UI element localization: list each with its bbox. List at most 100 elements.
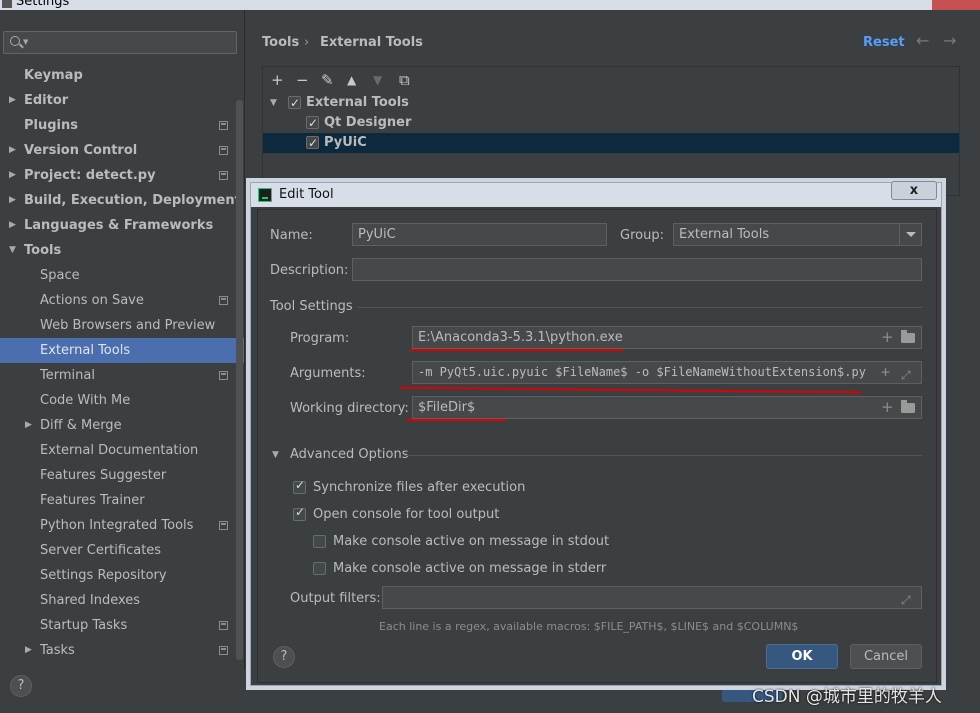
chevron-right-icon[interactable]: ▶ — [9, 88, 16, 113]
chevron-down-icon[interactable]: ▼ — [270, 93, 277, 113]
sync-files-checkbox[interactable] — [293, 478, 306, 494]
program-input[interactable]: E:\Anaconda3-5.3.1\python.exe + — [412, 326, 922, 349]
sidebar-item-tools[interactable]: ▼ Tools — [0, 238, 244, 263]
advanced-options-toggle[interactable]: Advanced Options — [290, 447, 409, 462]
insert-macro-icon[interactable]: + — [881, 363, 890, 382]
pycharm-icon — [258, 188, 272, 202]
chevron-right-icon[interactable]: ▶ — [25, 638, 32, 663]
project-level-icon — [219, 121, 228, 130]
sidebar-item-features-trainer[interactable]: Features Trainer — [0, 488, 244, 513]
sidebar-item-build[interactable]: ▶ Build, Execution, Deployment — [0, 188, 244, 213]
arguments-input[interactable]: -m PyQt5.uic.pyuic $FileName$ -o $FileNa… — [412, 361, 922, 384]
copy-icon[interactable]: ⧉ — [399, 71, 410, 89]
reset-link[interactable]: Reset — [863, 35, 905, 50]
search-options-icon[interactable]: ▼ — [23, 38, 28, 46]
sidebar-item-external-tools[interactable]: External Tools — [0, 338, 244, 363]
chevron-down-icon[interactable] — [899, 224, 921, 245]
tool-checkbox[interactable] — [306, 113, 319, 133]
sidebar-item-space[interactable]: Space — [0, 263, 244, 288]
sidebar-item-features-suggester[interactable]: Features Suggester — [0, 463, 244, 488]
sidebar-scrollbar[interactable] — [236, 100, 243, 660]
move-down-icon[interactable]: ▼ — [373, 73, 382, 87]
chevron-right-icon[interactable]: ▶ — [9, 213, 16, 238]
settings-search[interactable]: ▼ — [3, 31, 237, 54]
sidebar-item-code-with-me[interactable]: Code With Me — [0, 388, 244, 413]
name-label: Name: — [270, 228, 313, 243]
folder-icon[interactable] — [901, 400, 915, 413]
dialog-close-button[interactable]: x — [891, 181, 937, 200]
working-directory-input[interactable]: $FileDir$ + — [412, 396, 922, 419]
sidebar-item-server-certificates[interactable]: Server Certificates — [0, 538, 244, 563]
program-value: E:\Anaconda3-5.3.1\python.exe — [418, 330, 623, 345]
dialog-help-button[interactable]: ? — [273, 646, 295, 668]
settings-tree: Keymap ▶ Editor Plugins ▶ Version Control … — [0, 63, 244, 663]
project-level-icon — [219, 621, 228, 630]
open-console-checkbox[interactable] — [293, 505, 306, 521]
working-directory-label: Working directory: — [290, 401, 409, 416]
sidebar-item-editor[interactable]: ▶ Editor — [0, 88, 244, 113]
sidebar-item-label: Keymap — [24, 68, 83, 83]
sidebar-item-startup-tasks[interactable]: Startup Tasks — [0, 613, 244, 638]
tool-checkbox[interactable] — [306, 133, 319, 153]
group-checkbox[interactable] — [288, 93, 301, 113]
sidebar-item-settings-repository[interactable]: Settings Repository — [0, 563, 244, 588]
breadcrumb-separator: › — [304, 35, 310, 50]
window-close-button[interactable] — [932, 0, 980, 10]
remove-icon[interactable]: − — [296, 71, 309, 89]
sidebar-item-shared-indexes[interactable]: Shared Indexes — [0, 588, 244, 613]
ok-button[interactable]: OK — [766, 644, 838, 669]
sidebar-item-actions-on-save[interactable]: Actions on Save — [0, 288, 244, 313]
expand-icon[interactable]: ⤢ — [901, 365, 911, 383]
sidebar-item-plugins[interactable]: Plugins — [0, 113, 244, 138]
search-icon — [10, 36, 20, 46]
console-stdout-checkbox[interactable] — [313, 535, 326, 548]
chevron-right-icon[interactable]: ▶ — [25, 413, 32, 438]
group-combo[interactable]: External Tools — [673, 223, 922, 246]
external-tools-panel: + − ✎ ▲ ▼ ⧉ ▼ External Tools Qt Designer… — [262, 66, 960, 196]
settings-help-button[interactable]: ? — [10, 675, 32, 697]
tree-item-pyuic[interactable]: PyUiC — [263, 133, 959, 153]
add-icon[interactable]: + — [271, 71, 284, 89]
output-filters-hint: Each line is a regex, available macros: … — [379, 620, 799, 633]
tree-group-external-tools[interactable]: ▼ External Tools — [263, 93, 959, 113]
sidebar-item-label: Tasks — [40, 643, 75, 658]
annotation-underline — [399, 386, 861, 394]
sidebar-item-terminal[interactable]: Terminal — [0, 363, 244, 388]
window-title-bar: Settings — [0, 0, 980, 10]
tree-item-qt-designer[interactable]: Qt Designer — [263, 113, 959, 133]
expand-icon[interactable]: ⤢ — [901, 590, 911, 608]
sidebar-item-tasks[interactable]: ▶ Tasks — [0, 638, 244, 663]
forward-arrow-icon[interactable]: → — [943, 31, 956, 50]
chevron-down-icon[interactable]: ▼ — [9, 238, 16, 263]
output-filters-input[interactable]: ⤢ — [382, 586, 922, 609]
sidebar-item-label: Web Browsers and Preview — [40, 318, 216, 333]
back-arrow-icon[interactable]: ← — [916, 31, 929, 50]
description-input[interactable] — [352, 258, 922, 281]
sidebar-item-label: External Documentation — [40, 443, 199, 458]
edit-icon[interactable]: ✎ — [321, 71, 334, 89]
sidebar-item-diff-merge[interactable]: ▶ Diff & Merge — [0, 413, 244, 438]
sidebar-item-label: Python Integrated Tools — [40, 518, 194, 533]
insert-macro-icon[interactable]: + — [881, 398, 894, 417]
sidebar-item-version-control[interactable]: ▶ Version Control — [0, 138, 244, 163]
sidebar-item-project[interactable]: ▶ Project: detect.py — [0, 163, 244, 188]
sync-files-label: Synchronize files after execution — [313, 480, 526, 495]
console-stderr-checkbox[interactable] — [313, 562, 326, 575]
folder-icon[interactable] — [901, 330, 915, 343]
group-label: Group: — [620, 228, 664, 243]
sidebar-item-web-browsers[interactable]: Web Browsers and Preview — [0, 313, 244, 338]
sidebar-item-python-integrated-tools[interactable]: Python Integrated Tools — [0, 513, 244, 538]
name-input[interactable]: PyUiC — [352, 223, 607, 246]
insert-macro-icon[interactable]: + — [881, 328, 894, 347]
dialog-title-bar: Edit Tool — [251, 183, 941, 207]
chevron-right-icon[interactable]: ▶ — [9, 138, 16, 163]
chevron-right-icon[interactable]: ▶ — [9, 188, 16, 213]
move-up-icon[interactable]: ▲ — [347, 73, 356, 87]
chevron-down-icon[interactable]: ▼ — [272, 450, 279, 460]
chevron-right-icon[interactable]: ▶ — [9, 163, 16, 188]
search-input[interactable] — [32, 34, 232, 51]
sidebar-item-external-documentation[interactable]: External Documentation — [0, 438, 244, 463]
sidebar-item-languages[interactable]: ▶ Languages & Frameworks — [0, 213, 244, 238]
sidebar-item-keymap[interactable]: Keymap — [0, 63, 244, 88]
cancel-button[interactable]: Cancel — [850, 644, 922, 669]
